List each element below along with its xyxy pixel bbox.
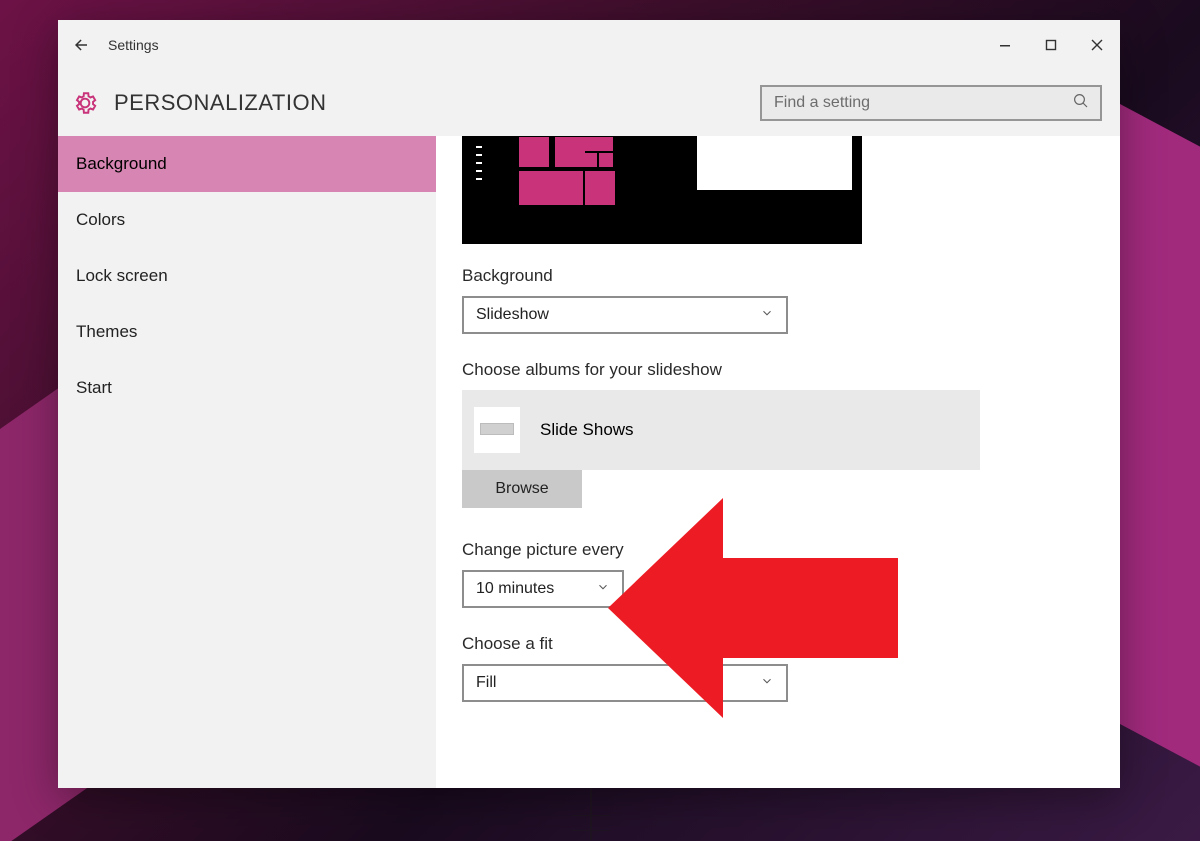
back-button[interactable] <box>58 20 104 70</box>
album-item[interactable]: Slide Shows <box>462 390 980 470</box>
sidebar-item-themes[interactable]: Themes <box>58 304 436 360</box>
folder-icon <box>474 407 520 453</box>
sidebar-item-label: Start <box>76 378 112 398</box>
arrow-left-icon <box>72 36 90 54</box>
sidebar-item-colors[interactable]: Colors <box>58 192 436 248</box>
desktop-preview <box>462 136 862 244</box>
sidebar-item-label: Background <box>76 154 167 174</box>
dropdown-value: 10 minutes <box>476 580 554 598</box>
sidebar-item-label: Themes <box>76 322 137 342</box>
content-pane: Background Slideshow Choose albums for y… <box>436 136 1120 788</box>
sidebar-item-lock-screen[interactable]: Lock screen <box>58 248 436 304</box>
fit-dropdown[interactable]: Fill <box>462 664 788 702</box>
album-name: Slide Shows <box>540 420 634 440</box>
albums-label: Choose albums for your slideshow <box>462 360 1094 380</box>
dropdown-value: Slideshow <box>476 306 549 324</box>
close-icon <box>1091 39 1103 51</box>
close-button[interactable] <box>1074 20 1120 70</box>
search-box[interactable] <box>760 85 1102 121</box>
sidebar-item-background[interactable]: Background <box>58 136 436 192</box>
background-dropdown[interactable]: Slideshow <box>462 296 788 334</box>
titlebar: Settings <box>58 20 1120 70</box>
sidebar: Background Colors Lock screen Themes Sta… <box>58 136 436 788</box>
button-label: Browse <box>495 480 548 498</box>
gear-icon <box>72 90 98 116</box>
interval-label: Change picture every <box>462 540 1094 560</box>
dropdown-value: Fill <box>476 674 496 692</box>
window-title: Settings <box>104 37 159 53</box>
page-title: PERSONALIZATION <box>114 90 326 116</box>
fit-label: Choose a fit <box>462 634 1094 654</box>
chevron-down-icon <box>596 580 610 599</box>
chevron-down-icon <box>760 306 774 325</box>
sidebar-item-start[interactable]: Start <box>58 360 436 416</box>
settings-window: Settings PERSONALIZATIO <box>58 20 1120 788</box>
sidebar-item-label: Lock screen <box>76 266 168 286</box>
minimize-button[interactable] <box>982 20 1028 70</box>
background-label: Background <box>462 266 1094 286</box>
search-icon <box>1072 92 1090 115</box>
interval-dropdown[interactable]: 10 minutes <box>462 570 624 608</box>
header: PERSONALIZATION <box>58 70 1120 136</box>
minimize-icon <box>999 39 1011 51</box>
sidebar-item-label: Colors <box>76 210 125 230</box>
maximize-button[interactable] <box>1028 20 1074 70</box>
chevron-down-icon <box>760 674 774 693</box>
browse-button[interactable]: Browse <box>462 470 582 508</box>
maximize-icon <box>1045 39 1057 51</box>
search-input[interactable] <box>772 93 1072 113</box>
